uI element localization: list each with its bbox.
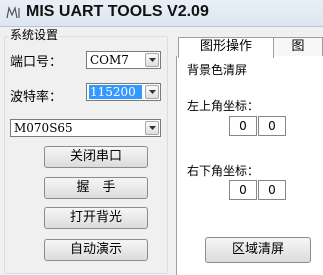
- bg-clear-label: 背景色清屏: [187, 63, 248, 77]
- title-bar[interactable]: MIS UART TOOLS V2.09: [0, 0, 323, 27]
- close-port-button[interactable]: 关闭串口: [44, 146, 148, 168]
- window-title: MIS UART TOOLS V2.09: [26, 3, 209, 20]
- baud-value: 115200: [89, 85, 142, 99]
- top-left-y-input[interactable]: 0: [258, 116, 286, 136]
- model-value: M070S65: [14, 121, 73, 135]
- bottom-right-x-input[interactable]: 0: [229, 180, 257, 200]
- auto-demo-button[interactable]: 自动演示: [44, 239, 148, 261]
- system-settings-title: 系统设置: [8, 28, 61, 42]
- bottom-right-y-input[interactable]: 0: [258, 180, 286, 200]
- graphics-panel: 背景色清屏 左上角坐标： 0 0 右下角坐标： 0 0 区域清屏: [176, 56, 323, 275]
- chevron-down-icon[interactable]: [145, 121, 159, 135]
- chevron-down-icon[interactable]: [145, 85, 159, 99]
- tab-image[interactable]: 图: [273, 37, 323, 57]
- model-select[interactable]: M070S65: [10, 119, 161, 137]
- baud-select[interactable]: 115200: [86, 83, 161, 101]
- port-label: 端口号：: [10, 55, 63, 70]
- top-left-label: 左上角坐标：: [187, 99, 260, 113]
- bottom-right-label: 右下角坐标：: [187, 164, 260, 178]
- mis-logo-icon: [6, 6, 20, 19]
- port-value: COM7: [90, 53, 129, 67]
- port-select[interactable]: COM7: [86, 51, 161, 69]
- chevron-down-icon[interactable]: [145, 53, 159, 67]
- top-left-x-input[interactable]: 0: [229, 116, 257, 136]
- handshake-button[interactable]: 握 手: [44, 177, 148, 199]
- tab-graphics[interactable]: 图形操作: [178, 37, 274, 58]
- backlight-button[interactable]: 打开背光: [44, 207, 148, 229]
- region-clear-button[interactable]: 区域清屏: [205, 237, 311, 263]
- baud-label: 波特率：: [10, 90, 63, 105]
